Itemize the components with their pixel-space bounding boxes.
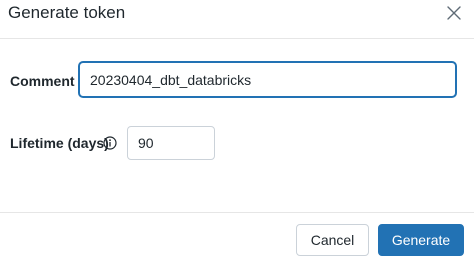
comment-input[interactable] xyxy=(79,62,456,97)
dialog-header: Generate token xyxy=(0,0,474,39)
generate-button[interactable]: Generate xyxy=(378,224,464,256)
close-icon xyxy=(447,6,461,20)
lifetime-input[interactable] xyxy=(127,126,215,160)
lifetime-label: Lifetime (days) xyxy=(10,135,109,151)
comment-label: Comment xyxy=(10,73,75,89)
generate-token-dialog: Generate token Comment Lifetime (days) C… xyxy=(0,0,474,259)
info-icon[interactable] xyxy=(103,136,117,150)
dialog-title: Generate token xyxy=(8,3,126,22)
cancel-button[interactable]: Cancel xyxy=(296,224,369,256)
close-button[interactable] xyxy=(444,3,464,23)
